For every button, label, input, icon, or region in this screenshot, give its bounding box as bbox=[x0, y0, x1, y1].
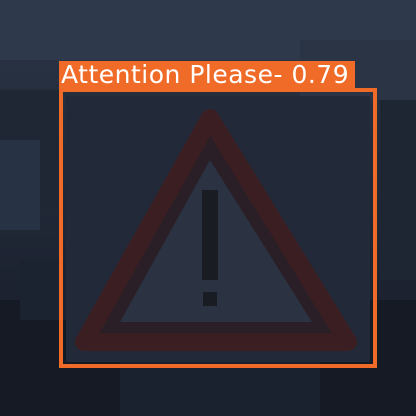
detection-class-name: Attention Please- bbox=[61, 60, 283, 89]
photo-scene: Attention Please- 0.79 bbox=[0, 0, 416, 416]
detection-label: Attention Please- 0.79 bbox=[59, 60, 356, 89]
detection-bounding-box bbox=[59, 88, 377, 368]
detection-confidence: 0.79 bbox=[291, 60, 350, 89]
